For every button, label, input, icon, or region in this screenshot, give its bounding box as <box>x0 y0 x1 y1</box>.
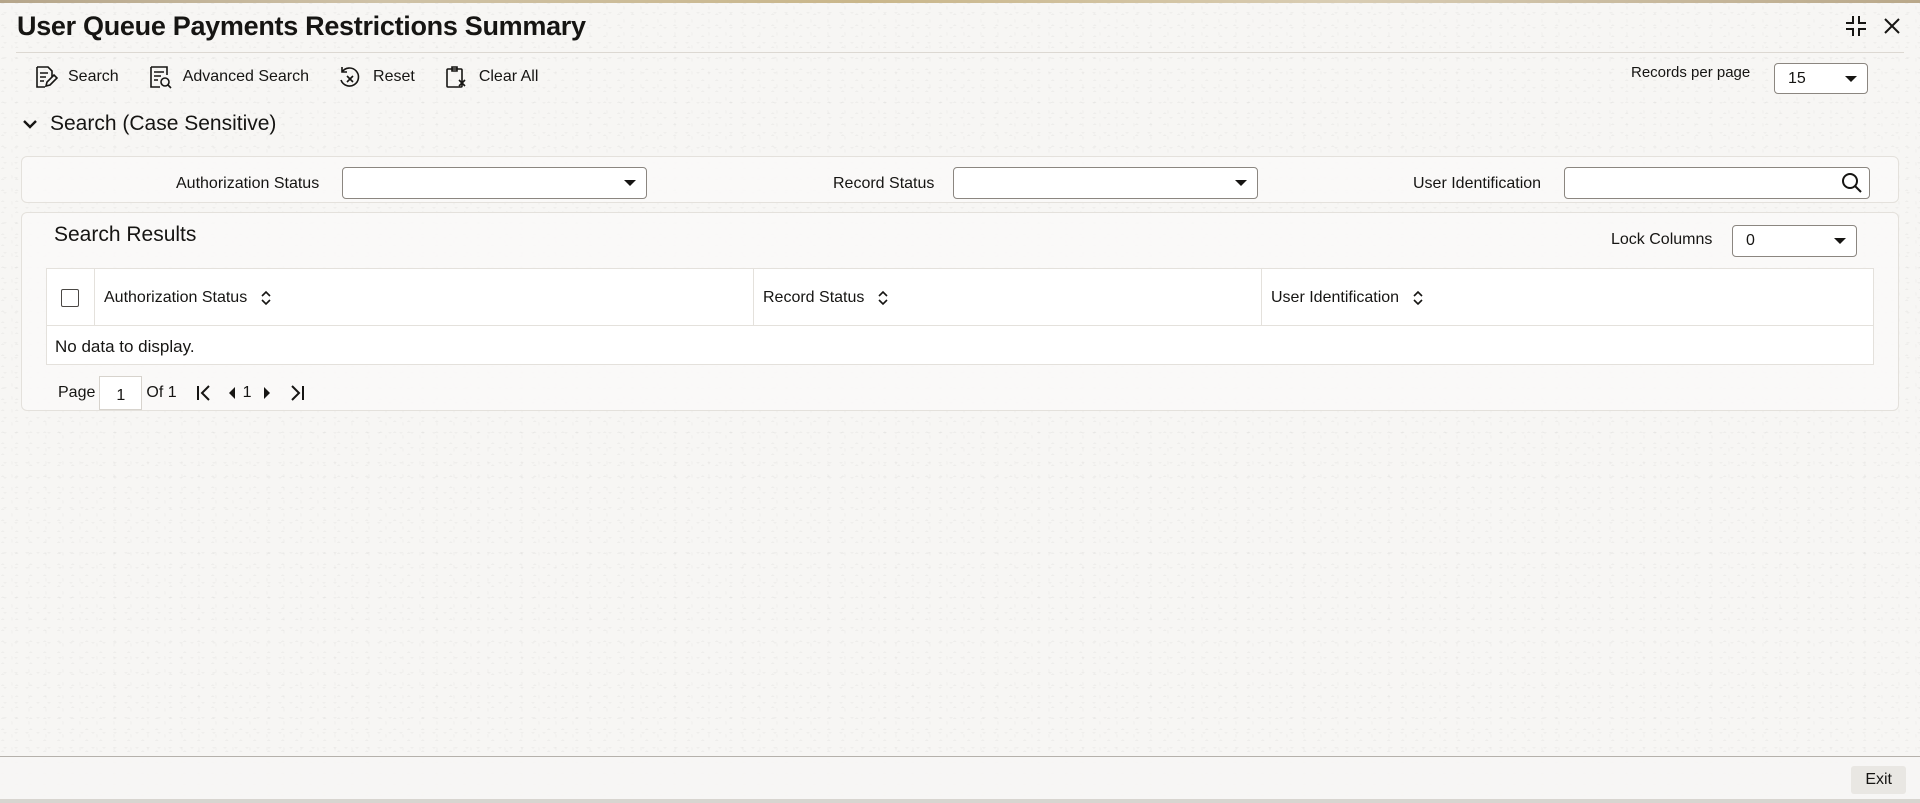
page-count-label: Of 1 <box>146 384 177 401</box>
column-header-user-identification[interactable]: User Identification <box>1261 269 1873 326</box>
user-identification-field[interactable] <box>1564 167 1870 199</box>
pagination: Page 1 Of 1 1 <box>58 376 306 410</box>
search-doc-icon <box>36 66 58 88</box>
chevron-down-icon <box>23 120 37 129</box>
lock-columns-value: 0 <box>1746 232 1755 249</box>
empty-table-message: No data to display. <box>55 337 195 356</box>
sort-icon[interactable] <box>878 290 888 306</box>
records-per-page-label: Records per page <box>1631 64 1751 81</box>
page-number-input[interactable]: 1 <box>99 376 143 410</box>
first-page-icon[interactable] <box>195 384 213 402</box>
exit-button[interactable]: Exit <box>1851 766 1906 794</box>
records-per-page-value: 15 <box>1788 69 1806 87</box>
reset-icon <box>340 67 360 87</box>
search-results-title: Search Results <box>54 223 197 246</box>
next-page-icon[interactable] <box>262 386 272 400</box>
page-number-value: 1 <box>116 387 126 404</box>
table-header: Authorization Status Record Status User … <box>47 269 1873 326</box>
chevron-down-icon <box>1834 238 1846 244</box>
sort-icon[interactable] <box>261 290 271 306</box>
current-page-link[interactable]: 1 <box>243 384 252 402</box>
column-label: Authorization Status <box>104 288 248 306</box>
record-status-label: Record Status <box>833 175 935 192</box>
reset-button[interactable]: Reset <box>337 62 415 92</box>
magnifier-icon[interactable] <box>1841 172 1863 194</box>
clear-all-button[interactable]: Clear All <box>443 62 539 92</box>
footer-bottom-strip <box>0 799 1920 803</box>
chevron-down-icon <box>624 180 636 186</box>
column-header-authorization-status[interactable]: Authorization Status <box>94 269 753 326</box>
toolbar: Search Advanced Search Reset Clear All <box>32 62 566 92</box>
search-button[interactable]: Search <box>32 62 119 92</box>
prev-page-icon[interactable] <box>227 386 237 400</box>
clear-all-icon <box>446 66 466 88</box>
page-title: User Queue Payments Restrictions Summary <box>17 11 586 41</box>
search-button-label: Search <box>68 68 119 85</box>
select-all-checkbox[interactable] <box>61 289 79 307</box>
clear-all-button-label: Clear All <box>478 68 539 85</box>
sort-icon[interactable] <box>1413 290 1423 306</box>
column-label: User Identification <box>1271 288 1400 306</box>
advanced-search-icon <box>149 66 172 89</box>
lock-columns-select[interactable]: 0 <box>1732 225 1857 257</box>
search-section-title: Search (Case Sensitive) <box>50 112 277 135</box>
collapse-window-icon[interactable] <box>1844 14 1868 38</box>
close-icon[interactable] <box>1880 14 1904 38</box>
top-decor-strip <box>0 0 1920 3</box>
reset-button-label: Reset <box>373 68 415 85</box>
authorization-status-select[interactable] <box>342 167 647 199</box>
user-identification-label: User Identification <box>1413 175 1542 192</box>
record-status-select[interactable] <box>953 167 1258 199</box>
search-section-toggle[interactable]: Search (Case Sensitive) <box>22 112 276 136</box>
records-per-page-select[interactable]: 15 <box>1774 63 1868 94</box>
results-table: Authorization Status Record Status User … <box>46 268 1874 365</box>
chevron-down-icon <box>1235 180 1247 186</box>
lock-columns-label: Lock Columns <box>1611 231 1713 248</box>
page-label: Page <box>58 384 96 401</box>
last-page-icon[interactable] <box>288 384 306 402</box>
title-divider <box>16 52 1904 53</box>
footer-bar: Exit <box>0 756 1920 803</box>
column-label: Record Status <box>763 288 865 306</box>
chevron-down-icon <box>1845 75 1857 82</box>
advanced-search-button[interactable]: Advanced Search <box>147 62 309 92</box>
advanced-search-button-label: Advanced Search <box>182 68 310 85</box>
authorization-status-label: Authorization Status <box>176 175 320 192</box>
column-header-record-status[interactable]: Record Status <box>753 269 1261 326</box>
window-controls <box>1844 14 1904 38</box>
